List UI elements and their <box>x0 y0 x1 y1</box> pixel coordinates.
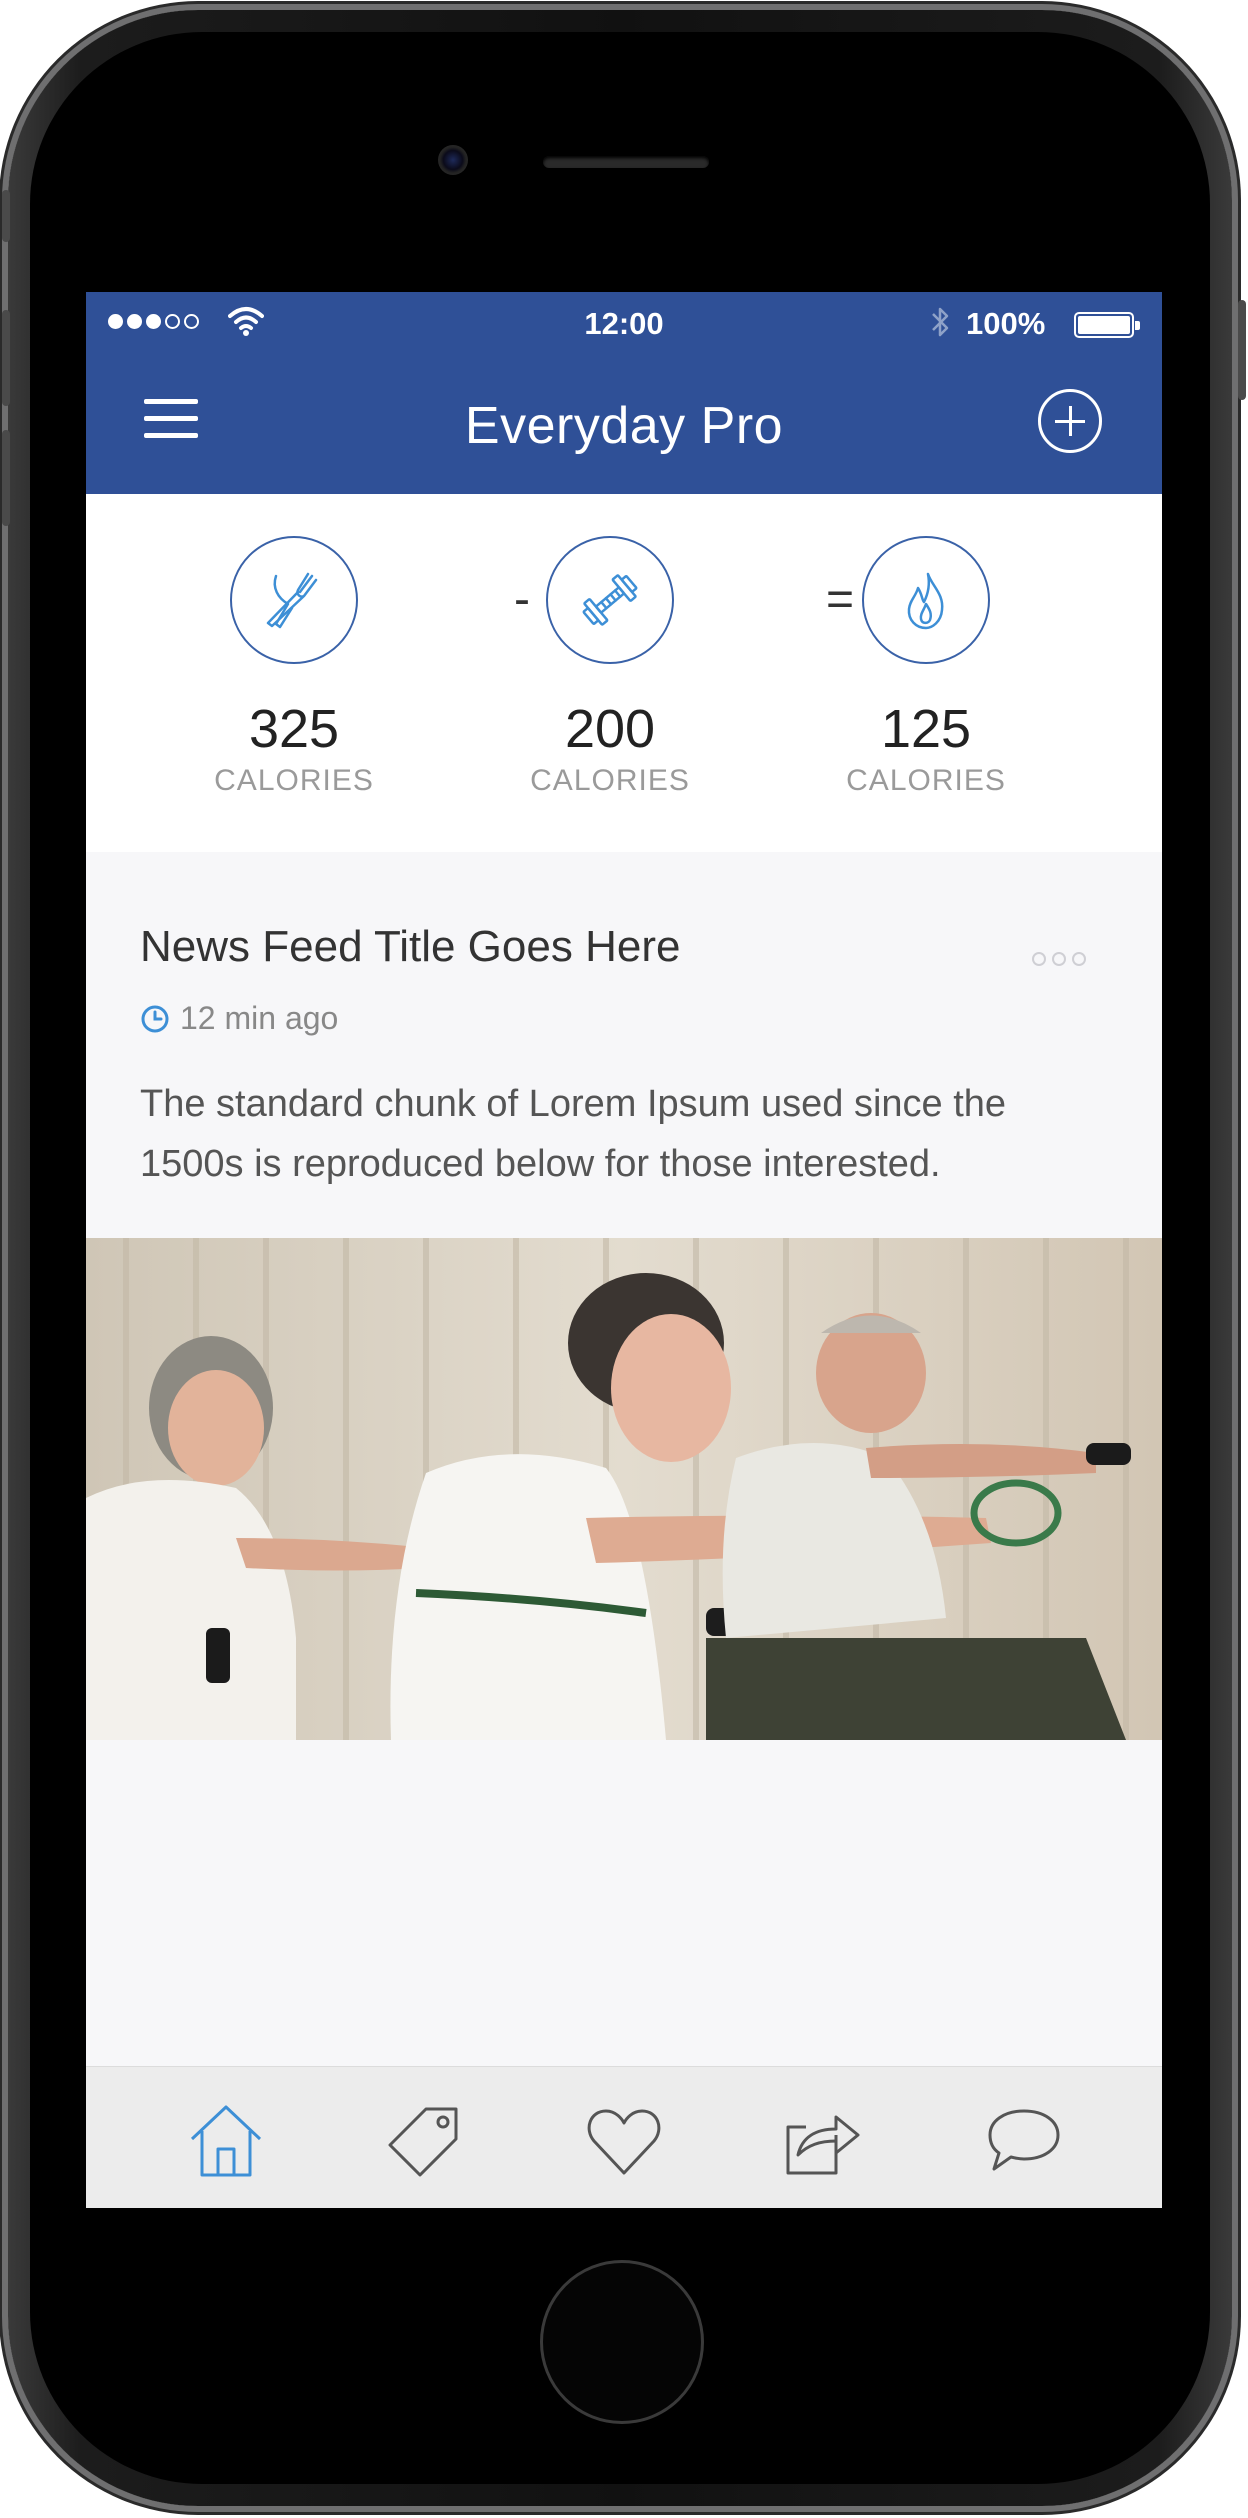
home-button[interactable] <box>540 2260 704 2424</box>
home-icon[interactable] <box>186 2103 266 2179</box>
plus-circle-icon[interactable] <box>1038 389 1102 453</box>
app-screen: 12:00 100% Everyday Pro 325 CALORIES - 2… <box>86 292 1162 2208</box>
stat-value: 125 <box>880 699 972 759</box>
news-body: The standard chunk of Lorem Ipsum used s… <box>140 1083 1007 1185</box>
battery-icon <box>1074 312 1140 338</box>
bluetooth-icon <box>932 307 949 337</box>
tab-bar <box>86 2066 1162 2208</box>
stat-label: CALORIES <box>846 764 1006 797</box>
calories-consumed-stat[interactable]: 325 CALORIES <box>194 536 394 798</box>
flame-icon <box>862 536 990 664</box>
front-camera <box>438 145 468 175</box>
stat-value: 325 <box>248 699 340 759</box>
share-icon[interactable] <box>784 2103 864 2179</box>
news-title[interactable]: News Feed Title Goes Here <box>140 922 680 972</box>
net-calories-stat[interactable]: 125 CALORIES <box>826 536 1026 798</box>
fork-knife-icon <box>230 536 358 664</box>
chat-bubble-icon[interactable] <box>984 2103 1064 2179</box>
navigation-bar: Everyday Pro <box>86 356 1162 494</box>
status-bar: 12:00 100% <box>86 292 1162 356</box>
calorie-summary: 325 CALORIES - 200 CALORIES = 125 CALORI… <box>86 494 1162 852</box>
heart-icon[interactable] <box>584 2103 664 2179</box>
news-photo[interactable] <box>86 1238 1162 1740</box>
mute-switch <box>2 190 10 242</box>
time-ago-text: 12 min ago <box>180 1000 339 1036</box>
volume-up-button <box>2 310 10 406</box>
power-button <box>1238 300 1246 400</box>
more-options-icon[interactable] <box>1032 952 1086 966</box>
clock-icon <box>141 1005 169 1032</box>
app-title: Everyday Pro <box>464 397 784 455</box>
stat-label: CALORIES <box>530 764 690 797</box>
dumbbell-icon <box>546 536 674 664</box>
calories-burned-stat[interactable]: 200 CALORIES <box>510 536 710 798</box>
volume-down-button <box>2 430 10 526</box>
tag-icon[interactable] <box>386 2103 466 2179</box>
stat-value: 200 <box>564 699 656 759</box>
news-timestamp: 12 min ago <box>140 1000 338 1037</box>
stat-label: CALORIES <box>214 764 374 797</box>
earpiece-speaker <box>543 156 709 168</box>
battery-percentage: 100% <box>966 306 1046 341</box>
